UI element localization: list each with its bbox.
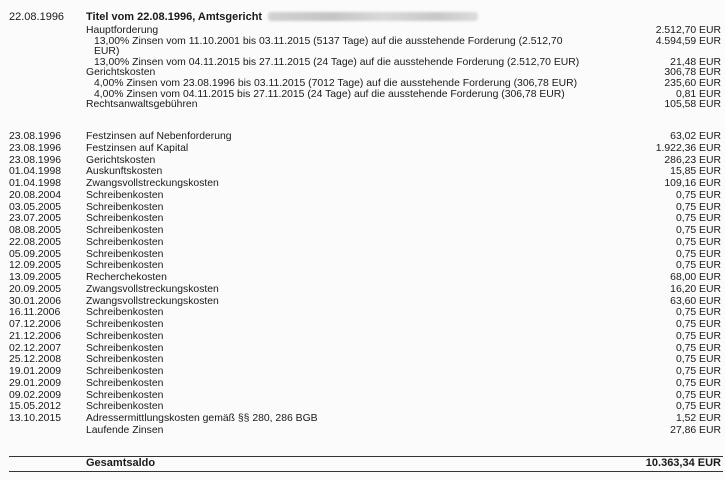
entry-description: Auskunftskosten: [86, 166, 163, 178]
statement-page: 22.08.1996 Titel vom 22.08.1996, Amtsger…: [0, 0, 725, 480]
entry-date: 16.11.2006: [9, 307, 61, 319]
entry-date: 29.01.2009: [9, 377, 62, 389]
entry-date: 05.09.2005: [9, 248, 62, 260]
entry-date: 23.08.1996: [9, 154, 62, 166]
entry-date: 01.04.1998: [9, 166, 62, 178]
entry-date: 02.12.2007: [9, 342, 62, 354]
entry-amount: 1.922,36 EUR: [655, 142, 721, 154]
total-label: Gesamtsaldo: [86, 457, 156, 469]
entry-date: 15.05.2012: [9, 401, 62, 413]
entry-amount: 0,75 EUR: [675, 225, 721, 236]
entry-amount: 0,75 EUR: [675, 389, 721, 401]
detail-amount: 0,81 EUR: [675, 88, 721, 100]
entry-description: Schreibenkosten: [86, 201, 164, 213]
entry-date: 30.01.2006: [9, 295, 62, 307]
entry-amount: 0,75 EUR: [675, 354, 721, 366]
entry-description: Schreibenkosten: [86, 319, 164, 330]
entry-amount: 0,75 EUR: [675, 307, 721, 319]
title-text: Titel vom 22.08.1996, Amtsgericht: [86, 11, 263, 23]
redacted-court-name: [268, 12, 479, 21]
entry-description: Gerichtskosten: [86, 154, 156, 166]
entry-amount: 1,52 EUR: [675, 413, 721, 424]
detail-text: 4,00% Zinsen vom 04.11.2015 bis 27.11.20…: [94, 88, 565, 100]
entry-description: Zwangsvollstreckungskosten: [86, 283, 219, 295]
entry-amount: 0,75 EUR: [675, 236, 721, 248]
entry-description: Zwangsvollstreckungskosten: [86, 295, 219, 307]
entry-description: Schreibenkosten: [86, 342, 164, 354]
entry-date: 25.12.2008: [9, 354, 62, 366]
entry-description: Schreibenkosten: [86, 236, 164, 248]
entry-date: 12.09.2005: [9, 260, 62, 272]
entry-amount: 0,75 EUR: [675, 401, 721, 413]
entry-date: 09.02.2009: [9, 389, 62, 401]
entry-description: Schreibenkosten: [86, 248, 164, 260]
entry-amount: 0,75 EUR: [675, 213, 721, 225]
entry-date: 23.08.1996: [9, 142, 62, 154]
entry-amount: 286,23 EUR: [664, 154, 721, 166]
detail-amount: 21,48 EUR: [670, 56, 721, 68]
entry-description: Schreibenkosten: [86, 189, 164, 201]
entry-amount: 0,75 EUR: [675, 342, 721, 354]
entry-date: 23.07.2005: [9, 213, 62, 225]
entry-description: Schreibenkosten: [86, 213, 164, 225]
entry-date: 03.05.2005: [9, 201, 62, 213]
entry-date: 21.12.2006: [9, 330, 62, 342]
entry-description: Festzinsen auf Nebenforderung: [86, 131, 232, 142]
detail-text: 13,00% Zinsen vom 04.11.2015 bis 27.11.2…: [94, 56, 580, 68]
detail-text: Gerichtskosten: [86, 67, 156, 79]
entry-date: 13.10.2015: [9, 413, 62, 424]
entry-description: Schreibenkosten: [86, 389, 164, 401]
entry-date: 22.08.2005: [9, 236, 62, 248]
entry-description: Schreibenkosten: [86, 354, 164, 366]
entry-description: Recherchekosten: [86, 272, 167, 283]
detail-text: Hauptforderung: [86, 25, 159, 36]
entry-amount: 16,20 EUR: [670, 283, 721, 295]
entry-date: 23.08.1996: [9, 131, 62, 142]
entry-amount: 0,75 EUR: [675, 330, 721, 342]
entry-date: 07.12.2006: [9, 319, 62, 330]
entry-date: 20.09.2005: [9, 283, 62, 295]
entry-amount: 0,75 EUR: [675, 260, 721, 272]
entry-description: Schreibenkosten: [86, 330, 164, 342]
entry-description: Laufende Zinsen: [86, 424, 164, 436]
detail-amount: 105,58 EUR: [664, 99, 721, 111]
entry-amount: 0,75 EUR: [675, 366, 721, 377]
entry-description: Schreibenkosten: [86, 377, 164, 389]
entry-amount: 0,75 EUR: [675, 201, 721, 213]
detail-amount: 235,60 EUR: [664, 78, 721, 89]
detail-amount: 4.594,59 EUR: [655, 35, 721, 47]
entry-description: Schreibenkosten: [86, 260, 164, 272]
entry-date: 01.04.1998: [9, 178, 62, 189]
entry-description: Festzinsen auf Kapital: [86, 142, 189, 154]
detail-text: 4,00% Zinsen vom 23.08.1996 bis 03.11.20…: [94, 78, 578, 89]
entry-description: Schreibenkosten: [86, 225, 164, 236]
entry-amount: 63,02 EUR: [670, 131, 721, 142]
entry-amount: 63,60 EUR: [670, 295, 721, 307]
entry-description: Zwangsvollstreckungskosten: [86, 178, 219, 189]
entry-description: Schreibenkosten: [86, 307, 164, 319]
entry-date: 08.08.2005: [9, 225, 62, 236]
entry-amount: 0,75 EUR: [675, 377, 721, 389]
total-rule-bottom: [9, 471, 723, 472]
entry-amount: 27,86 EUR: [670, 424, 721, 436]
detail-text: Rechtsanwaltsgebühren: [86, 99, 198, 111]
entry-description: Schreibenkosten: [86, 401, 164, 413]
entry-amount: 15,85 EUR: [670, 166, 721, 178]
detail-amount: 2.512,70 EUR: [655, 25, 721, 36]
entry-description: Schreibenkosten: [86, 366, 164, 377]
entry-amount: 109,16 EUR: [664, 178, 721, 189]
entry-date: 20.08.2004: [9, 189, 62, 201]
detail-text: EUR): [94, 46, 120, 58]
detail-amount: 306,78 EUR: [664, 67, 721, 79]
title-date: 22.08.1996: [9, 11, 65, 23]
entry-amount: 0,75 EUR: [675, 319, 721, 330]
detail-text: 13,00% Zinsen vom 11.10.2001 bis 03.11.2…: [94, 35, 563, 47]
entry-description: Adressermittlungskosten gemäß §§ 280, 28…: [86, 413, 318, 424]
entry-amount: 68,00 EUR: [670, 272, 721, 283]
entry-amount: 0,75 EUR: [675, 189, 721, 201]
entry-date: 13.09.2005: [9, 272, 62, 283]
entry-amount: 0,75 EUR: [675, 248, 721, 260]
total-amount: 10.363,34 EUR: [645, 457, 721, 469]
entry-date: 19.01.2009: [9, 366, 62, 377]
